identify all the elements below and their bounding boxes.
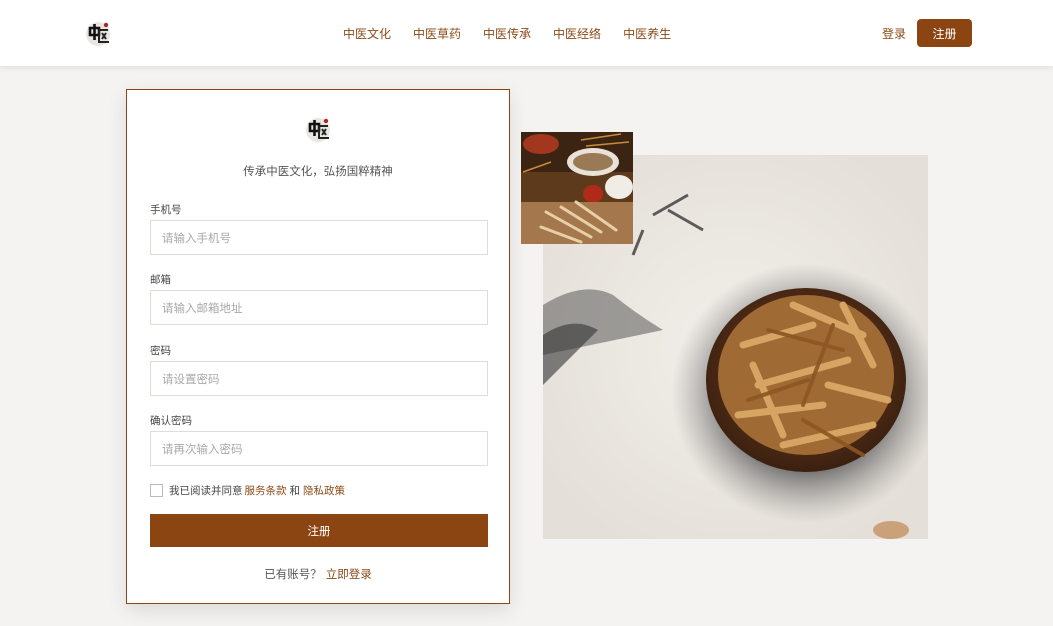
nav-item-herbs[interactable]: 中医草药 [413, 25, 461, 42]
password-input[interactable] [150, 361, 488, 396]
top-navbar: 中医文化 中医草药 中医传承 中医经络 中医养生 登录 注册 [0, 0, 1053, 66]
agree-and: 和 [289, 485, 301, 497]
password-label: 密码 [150, 345, 171, 357]
header-login-link[interactable]: 登录 [882, 25, 906, 42]
tcm-logo[interactable] [84, 18, 112, 48]
email-input[interactable] [150, 290, 488, 325]
confirm-password-input[interactable] [150, 431, 488, 466]
card-logo [304, 114, 332, 144]
agreement-row: 我已阅读并同意 服务条款 和 隐私政策 [150, 483, 345, 498]
agree-prefix: 我已阅读并同意 [169, 485, 243, 497]
nav-item-meridians[interactable]: 中医经络 [553, 25, 601, 42]
main-nav: 中医文化 中医草药 中医传承 中医经络 中医养生 [343, 25, 671, 42]
register-submit-button[interactable]: 注册 [150, 514, 488, 547]
nav-item-culture[interactable]: 中医文化 [343, 25, 391, 42]
confirm-password-label: 确认密码 [150, 415, 192, 427]
agree-checkbox[interactable] [150, 484, 163, 497]
privacy-link[interactable]: 隐私政策 [303, 483, 345, 498]
slogan-text: 传承中医文化，弘扬国粹精神 [243, 164, 393, 178]
nav-item-heritage[interactable]: 中医传承 [483, 25, 531, 42]
have-account-text: 已有账号？ [264, 567, 322, 581]
login-now-link[interactable]: 立即登录 [326, 567, 372, 581]
terms-link[interactable]: 服务条款 [245, 483, 287, 498]
header-register-button[interactable]: 注册 [917, 19, 972, 47]
nav-item-wellness[interactable]: 中医养生 [623, 25, 671, 42]
login-prompt: 已有账号？ 立即登录 [127, 566, 509, 582]
register-card: 传承中医文化，弘扬国粹精神 手机号 邮箱 密码 确认密码 我已阅读并同意 服务条… [126, 89, 510, 604]
herbs-thumbnail-image [521, 132, 633, 244]
phone-label: 手机号 [150, 204, 182, 216]
email-label: 邮箱 [150, 274, 171, 286]
phone-input[interactable] [150, 220, 488, 255]
